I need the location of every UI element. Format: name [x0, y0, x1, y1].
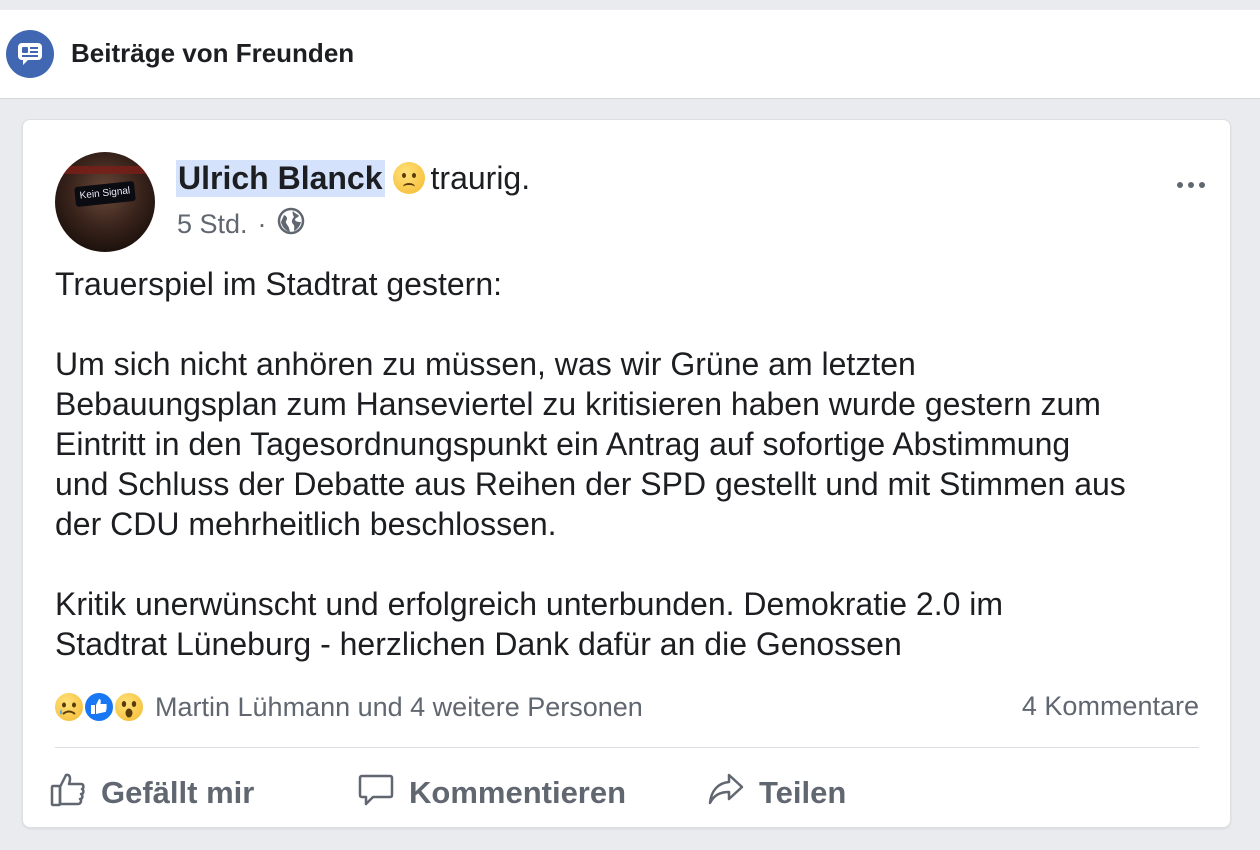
wow-reaction-icon: [113, 691, 145, 723]
meta-separator: ·: [257, 209, 267, 239]
comments-count[interactable]: 4 Kommentare: [1022, 691, 1199, 722]
reaction-icons[interactable]: [53, 691, 145, 723]
avatar[interactable]: Kein Signal: [55, 152, 155, 252]
post-timestamp[interactable]: 5 Std.: [177, 209, 248, 240]
sad-emoji-icon: [392, 162, 425, 194]
more-options-button[interactable]: [1173, 170, 1209, 190]
top-strip: [0, 0, 1260, 10]
section-header: Beiträge von Freunden: [0, 10, 1260, 99]
divider: [55, 747, 1199, 748]
like-reaction-icon: [83, 691, 115, 723]
section-title: Beiträge von Freunden: [71, 38, 355, 68]
thumbs-up-icon: [49, 770, 101, 816]
share-label: Teilen: [759, 775, 847, 810]
comment-label: Kommentieren: [409, 775, 627, 810]
comment-icon: [357, 770, 409, 816]
like-label: Gefällt mir: [101, 775, 255, 810]
sad-reaction-icon: [53, 691, 85, 723]
comment-button[interactable]: Kommentieren: [357, 770, 626, 816]
author-name[interactable]: Ulrich Blanck: [176, 159, 385, 197]
feeling-text: traurig.: [430, 159, 531, 196]
share-icon: [707, 770, 759, 816]
like-button[interactable]: Gefällt mir: [49, 770, 254, 816]
post-meta: 5 Std. ·: [177, 207, 305, 242]
post-text: Trauerspiel im Stadtrat gestern: Um sich…: [55, 266, 1126, 662]
post-card: Kein Signal Ulrich Blanck traurig. 5 Std…: [22, 119, 1231, 828]
post-actions: Gefällt mir Kommentieren Teilen: [45, 760, 1205, 818]
reaction-names[interactable]: Martin Lühmann und 4 weitere Personen: [155, 692, 643, 723]
avatar-band: [55, 166, 155, 174]
globe-icon[interactable]: [277, 207, 305, 242]
reactions-row[interactable]: Martin Lühmann und 4 weitere Personen 4 …: [53, 689, 1199, 725]
friend-posts-icon: [6, 30, 54, 78]
avatar-sign-text: Kein Signal: [74, 180, 136, 208]
post-header: Ulrich Blanck traurig.: [176, 158, 530, 198]
share-button[interactable]: Teilen: [707, 770, 846, 816]
